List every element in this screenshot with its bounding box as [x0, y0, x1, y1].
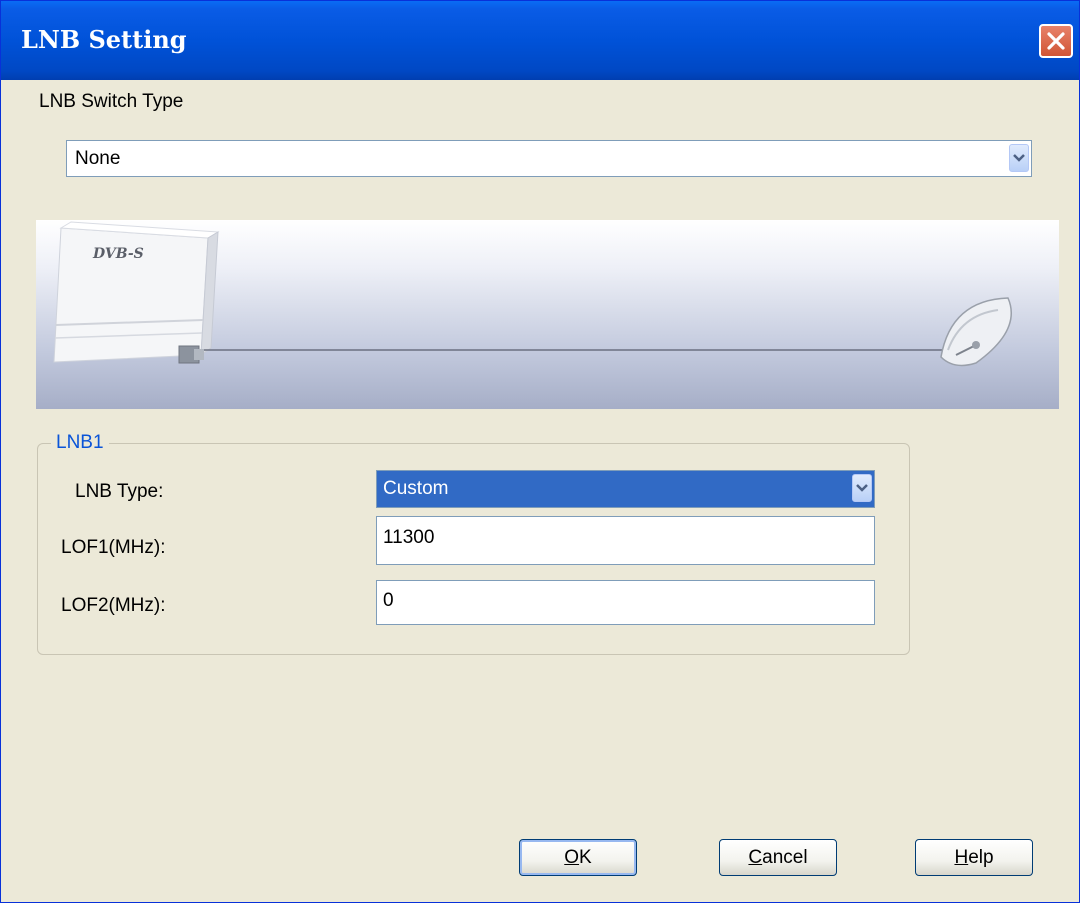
lof1-input[interactable]: 11300	[376, 516, 875, 565]
close-icon	[1047, 32, 1065, 50]
lnb-type-value: Custom	[383, 478, 449, 499]
lnb-switch-type-label: LNB Switch Type	[39, 91, 184, 112]
lof1-value: 11300	[383, 527, 435, 548]
lof2-value: 0	[383, 590, 394, 611]
lnb-diagram-banner: DVB-S	[36, 220, 1059, 409]
satellite-dish-icon	[940, 297, 1012, 367]
close-button[interactable]	[1039, 24, 1073, 58]
dvb-s-device-label: DVB-S	[92, 246, 144, 262]
dvb-s-receiver-icon	[53, 221, 220, 364]
lnb-type-label: LNB Type:	[75, 481, 164, 502]
lnb-type-dropdown-button[interactable]	[852, 474, 872, 502]
lnb-type-dropdown[interactable]: Custom	[376, 470, 875, 508]
lof1-label: LOF1(MHz):	[61, 537, 166, 558]
title-bar[interactable]: LNB Setting	[1, 1, 1079, 80]
lnb1-group-title: LNB1	[51, 432, 109, 454]
chevron-down-icon	[1013, 154, 1025, 162]
window-title: LNB Setting	[21, 25, 187, 54]
lnb-switch-type-dropdown-button[interactable]	[1009, 144, 1029, 172]
lnb-setting-dialog: LNB Setting LNB Switch Type None DVB-S L…	[0, 0, 1080, 903]
lnb-switch-type-value: None	[75, 148, 121, 169]
lof2-label: LOF2(MHz):	[61, 595, 166, 616]
cancel-button[interactable]: Cancel	[719, 839, 837, 876]
chevron-down-icon	[856, 484, 868, 492]
lnb-switch-type-dropdown[interactable]: None	[66, 140, 1032, 177]
ok-button[interactable]: OK	[519, 839, 637, 876]
help-button[interactable]: Help	[915, 839, 1033, 876]
lof2-input[interactable]: 0	[376, 580, 875, 625]
